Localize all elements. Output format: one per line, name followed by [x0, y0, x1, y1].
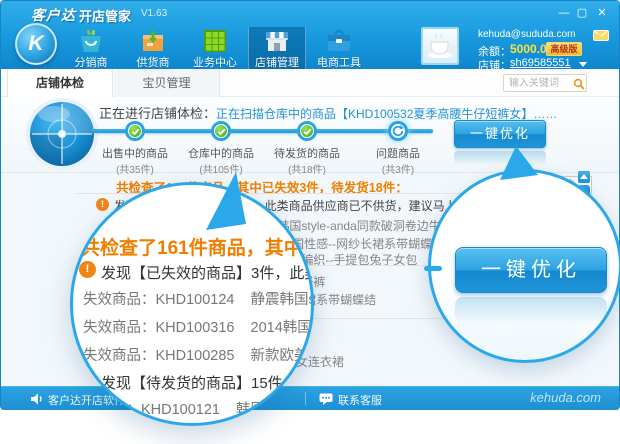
magnified-invalid-header: 发现【已失效的商品】3件，此类商品供应商已不供货，建议马上下架: [101, 262, 314, 283]
left-bubble-tail: [196, 170, 252, 234]
tab-item-management[interactable]: 宝贝管理: [114, 69, 220, 97]
nav-item-shop-management[interactable]: 店铺管理: [248, 27, 306, 69]
magnified-pending-row: 待发货：KHD100121韩国破洞牛仔裤: [83, 398, 314, 419]
premium-badge: 高级版: [546, 42, 582, 56]
scrollbar-up-button[interactable]: [578, 171, 590, 183]
mail-icon[interactable]: [593, 30, 609, 41]
nav-label: 供货商: [124, 54, 182, 70]
search-icon[interactable]: [573, 78, 585, 90]
nav-item-ecommerce-tools[interactable]: 电商工具: [310, 27, 368, 69]
magnifier-bubble-left: 共检查了161件商品，其中已失效3件，待发货18件： ! 发现【已失效的商品】3…: [70, 182, 314, 426]
magnified-invalid-row: 失效商品：KHD100285新款欧美编织--手提包兔子女包: [83, 344, 314, 365]
warning-icon: !: [96, 198, 109, 211]
search-input[interactable]: [507, 76, 569, 90]
contact-support-link[interactable]: 联系客服: [338, 392, 382, 408]
scan-status-prefix: 正在进行店铺体检：: [99, 106, 216, 121]
warning-icon: !: [79, 261, 96, 278]
magnified-invalid-row: 失效商品：KHD1003162014韩国性感--网纱长裙系带蝴蝶结蓬蓬气质仙女连…: [83, 316, 314, 337]
magnified-pending-row: 待发货：KHD1003122014蕾丝长裙系带蝴蝶结: [83, 424, 314, 426]
right-bubble-tail: [496, 144, 540, 182]
nav-item-business-center[interactable]: 业务中心: [186, 27, 244, 69]
step-pending-shipment: 待发货的商品 (共18件): [262, 121, 352, 176]
site-watermark: kehuda.com: [530, 390, 601, 405]
tab-shop-checkup[interactable]: 店铺体检: [7, 69, 113, 97]
nav-label: 分销商: [62, 54, 120, 70]
magnified-summary: 共检查了161件商品，其中已失效3件，待发货18件：: [81, 233, 314, 260]
app-title: 开店管家: [79, 6, 131, 25]
check-icon: [125, 121, 145, 141]
app-logo-icon: K: [15, 23, 57, 65]
app-window: K 客户达 开店管家 V1.63 — ▢ ✕ 分销商: [0, 0, 620, 444]
speaker-icon: [31, 393, 44, 405]
nav-label: 店铺管理: [249, 54, 305, 70]
scan-status-detail: 正在扫描仓库中的商品【KHD100532夏季高腰牛仔短裤女】……: [216, 107, 557, 121]
check-icon: [211, 121, 231, 141]
minimize-button[interactable]: —: [557, 6, 571, 20]
nav-label: 电商工具: [310, 54, 368, 70]
nav-label: 业务中心: [186, 54, 244, 70]
toolbox-icon: [326, 29, 352, 53]
shop-id-link[interactable]: sh69585551: [510, 57, 571, 69]
app-version: V1.63: [141, 8, 167, 19]
step-in-stock: 仓库中的商品 (共105件): [176, 121, 266, 176]
optimize-button-magnified[interactable]: 一键优化: [455, 247, 607, 293]
search-box: [503, 74, 587, 92]
check-icon: [297, 121, 317, 141]
bubble-connector-dash: [424, 266, 442, 271]
basket-icon: [78, 29, 104, 53]
step-problem-items: 问题商品 (共3件): [353, 121, 443, 176]
avatar[interactable]: [421, 27, 459, 65]
teacup-avatar-icon: [423, 29, 457, 63]
magnified-invalid-row: 失效商品：KHD100124静震韩国style-anda同款破洞卷边牛仔五分裤: [83, 288, 314, 309]
step-on-sale: 出售中的商品 (共35件): [90, 121, 180, 176]
grid-icon: [202, 29, 228, 53]
nav-item-suppliers[interactable]: 供货商: [124, 27, 182, 69]
info-icon: i: [79, 371, 96, 388]
magnified-pending-header: 发现【待发货的商品】15件，建议尽快安排发货: [101, 372, 314, 393]
refresh-icon: [388, 121, 408, 141]
magnifier-bubble-right: 一键优化: [428, 169, 620, 363]
close-button[interactable]: ✕: [595, 6, 609, 20]
box-icon: [140, 29, 166, 53]
tab-bar: 店铺体检 宝贝管理: [1, 69, 619, 97]
radar-icon: [24, 96, 100, 172]
app-title-logo: 客户达: [31, 5, 76, 25]
nav-item-distributors[interactable]: 分销商: [62, 27, 120, 69]
maximize-button[interactable]: ▢: [575, 6, 589, 20]
header: K 客户达 开店管家 V1.63 — ▢ ✕ 分销商: [1, 1, 619, 69]
optimize-button-reflection: [455, 297, 607, 323]
chat-icon: [319, 393, 333, 405]
account-email: kehuda@sududa.com: [478, 29, 575, 40]
chevron-down-icon[interactable]: [579, 62, 587, 67]
shop-icon: [264, 29, 290, 53]
